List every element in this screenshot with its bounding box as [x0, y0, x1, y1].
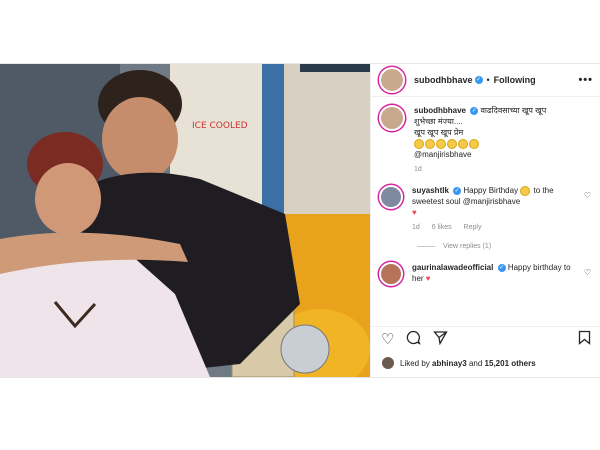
author-avatar[interactable] [379, 67, 405, 93]
likes-count[interactable]: 15,201 others [485, 359, 536, 368]
caption-line1: वाढदिवसाच्या खूप खूप [480, 106, 547, 115]
caption-age: 1d [414, 166, 422, 173]
view-replies-button[interactable]: View replies (1) [417, 243, 593, 250]
verified-badge-icon: ✓ [453, 186, 462, 195]
post-photo[interactable]: ICE COOLED [0, 64, 370, 377]
commenter-avatar[interactable] [379, 262, 403, 286]
smile-emoji-icon [414, 138, 424, 149]
comment-text: Happy Birthday [463, 186, 519, 195]
commenter-username[interactable]: suyashtlk [412, 186, 449, 195]
comment-item: gaurinalawadeofficial ✓ Happy birthday t… [379, 262, 593, 286]
instagram-post: ICE COOLED subodhbhave ✓ • Following ••• [0, 63, 600, 378]
smile-emoji-icon [447, 138, 457, 149]
likes-prefix: Liked by [400, 358, 430, 368]
smile-emoji-icon [425, 138, 435, 149]
verified-badge-icon: ✓ [474, 76, 483, 84]
likes-conj: and [468, 358, 483, 368]
comment-likes[interactable]: 6 likes [432, 224, 452, 231]
caption-line2: शुभेच्छा मंज्या.... [414, 117, 463, 126]
commenter-avatar[interactable] [379, 185, 403, 209]
emoji-row [414, 138, 480, 149]
share-icon[interactable] [433, 330, 449, 349]
smile-emoji-icon [436, 138, 446, 149]
view-replies-label: View replies (1) [443, 243, 492, 250]
like-comment-icon[interactable]: ♡ [584, 268, 591, 277]
caption: subodhbhave ✓ वाढदिवसाच्या खूप खूप शुभेच… [379, 105, 593, 175]
svg-text:ICE COOLED: ICE COOLED [192, 121, 248, 131]
commenter-username[interactable]: gaurinalawadeofficial [412, 263, 493, 272]
smile-emoji-icon [520, 185, 531, 196]
comment-icon[interactable] [406, 330, 422, 349]
caption-avatar[interactable] [379, 105, 405, 131]
caption-line3: खूप खूप खूप प्रेम [414, 128, 464, 137]
post-image: ICE COOLED [0, 64, 370, 377]
more-options-icon[interactable]: ••• [578, 74, 593, 86]
liker-avatar [381, 356, 395, 370]
red-heart-emoji-icon: ♥ [412, 208, 417, 217]
post-side-panel: subodhbhave ✓ • Following ••• subodhbhav… [370, 64, 600, 377]
separator-dot: • [486, 75, 490, 85]
bookmark-icon[interactable] [578, 330, 591, 349]
comment-age: 1d [412, 224, 420, 231]
verified-badge-icon: ✓ [497, 263, 506, 272]
post-actions: ♡ [371, 326, 600, 351]
comment-item: suyashtlk ✓ Happy Birthday to the sweete… [379, 185, 593, 233]
replies-divider [417, 245, 435, 247]
verified-badge-icon: ✓ [470, 106, 479, 115]
smile-emoji-icon [469, 138, 479, 149]
author-username[interactable]: subodhbhave [414, 75, 473, 85]
comments-list[interactable]: subodhbhave ✓ वाढदिवसाच्या खूप खूप शुभेच… [371, 97, 600, 325]
like-comment-icon[interactable]: ♡ [584, 191, 591, 200]
comment-mention[interactable]: @manjirisbhave [463, 197, 520, 206]
following-button[interactable]: Following [494, 75, 536, 85]
caption-username[interactable]: subodhbhave [414, 106, 466, 115]
caption-mention[interactable]: @manjirisbhave [414, 150, 471, 159]
emoji-row [520, 185, 531, 196]
red-heart-emoji-icon: ♥ [425, 274, 431, 283]
smile-emoji-icon [458, 138, 468, 149]
liker-username[interactable]: abhinay3 [432, 359, 467, 368]
likes-summary[interactable]: Liked by abhinay3 and 15,201 others [381, 356, 536, 370]
post-header: subodhbhave ✓ • Following ••• [371, 64, 600, 97]
reply-button[interactable]: Reply [464, 224, 482, 231]
heart-icon[interactable]: ♡ [381, 330, 394, 348]
